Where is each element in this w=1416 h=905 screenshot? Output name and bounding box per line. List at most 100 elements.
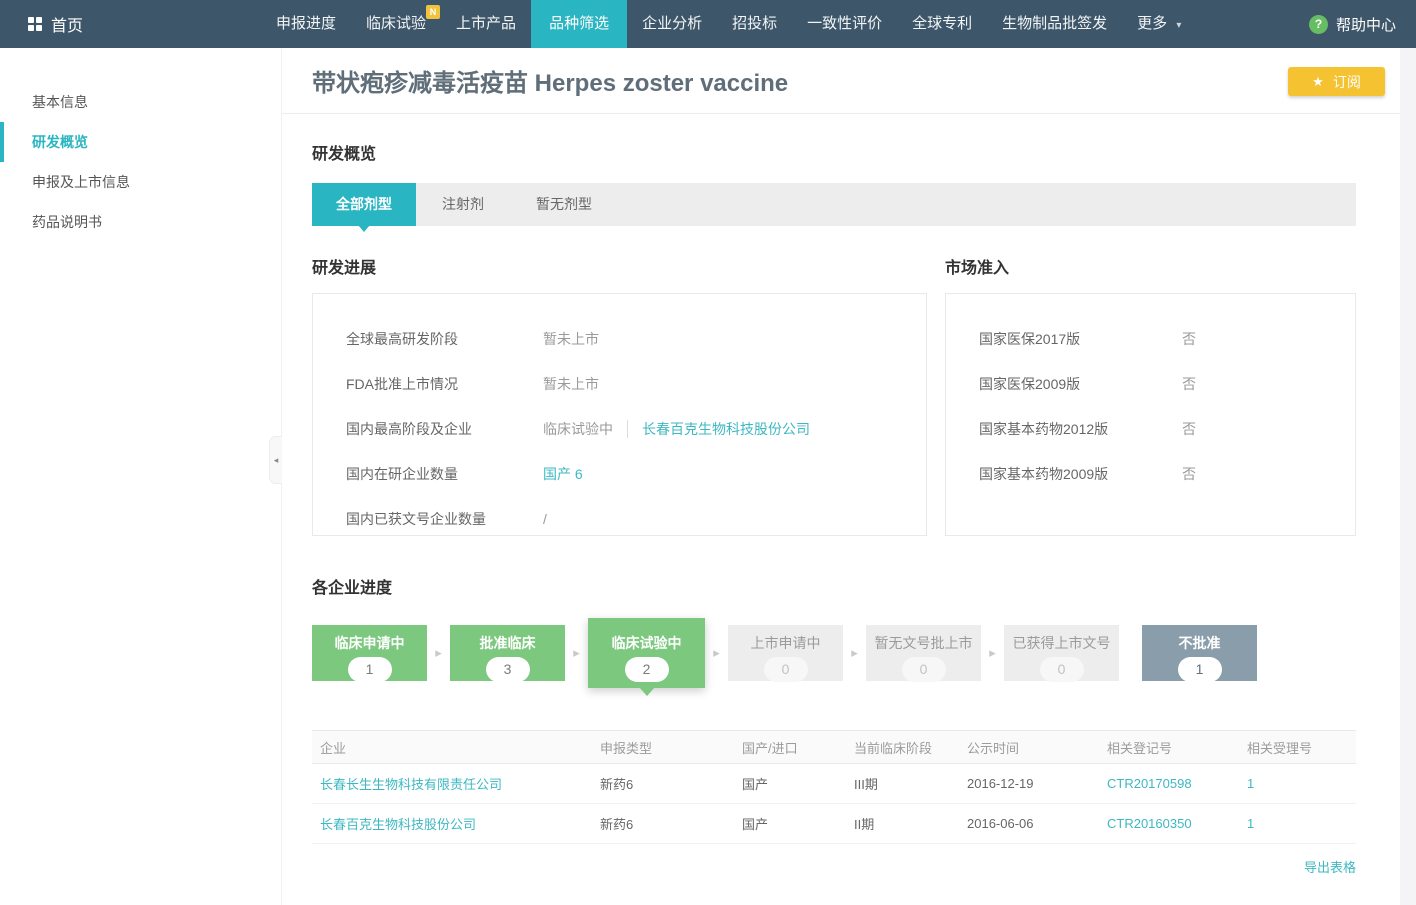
export-table-link[interactable]: 导出表格: [1304, 860, 1356, 875]
dosage-form-tabs: 全部剂型 注射剂 暂无剂型: [312, 183, 1356, 226]
info-label: 国内在研企业数量: [346, 464, 543, 484]
cell-application-type: 新药6: [592, 774, 734, 793]
step-arrow-icon: ▸: [705, 645, 728, 661]
sidebar-item-filing-marketing-info[interactable]: 申报及上市信息: [0, 162, 280, 202]
cell-application-type: 新药6: [592, 814, 734, 833]
company-link[interactable]: 长春百克生物科技股份公司: [642, 419, 810, 439]
cell-origin: 国产: [734, 814, 846, 833]
nav-item-clinical-trials-label: 临床试验: [366, 15, 426, 32]
tab-injection[interactable]: 注射剂: [416, 183, 510, 226]
col-header-application-type: 申报类型: [592, 738, 734, 757]
step-clinical-approved[interactable]: 批准临床 3: [450, 625, 565, 681]
step-label: 临床申请中: [312, 633, 427, 653]
info-row-licensed-company-count: 国内已获文号企业数量 /: [346, 496, 926, 541]
sidebar-collapse-handle[interactable]: ◂: [269, 436, 282, 484]
rd-overview-heading: 研发概览: [312, 140, 1356, 164]
info-row-eml-2012: 国家基本药物2012版 否: [979, 406, 1355, 451]
company-name-link[interactable]: 长春长生生物科技有限责任公司: [320, 777, 502, 792]
table-header: 企业 申报类型 国产/进口 当前临床阶段 公示时间 相关登记号 相关受理号: [312, 730, 1356, 764]
step-arrow-icon: ▸: [843, 645, 866, 661]
info-row-global-stage: 全球最高研发阶段 暂未上市: [346, 316, 926, 361]
nav-item-global-patents[interactable]: 全球专利: [897, 0, 987, 48]
nav-item-bidding[interactable]: 招投标: [717, 0, 792, 48]
table-row: 长春百克生物科技股份公司 新药6 国产 II期 2016-06-06 CTR20…: [312, 804, 1356, 844]
tab-all-dosage-forms[interactable]: 全部剂型: [312, 183, 416, 226]
acceptance-no-link[interactable]: 1: [1247, 816, 1254, 831]
top-navbar: 首页 申报进度 临床试验 N 上市产品 品种筛选 企业分析 招投标 一致性评价 …: [0, 0, 1416, 48]
step-count-badge: 3: [486, 657, 530, 682]
step-label: 批准临床: [450, 633, 565, 653]
subscribe-button[interactable]: ★ 订阅: [1288, 67, 1385, 96]
nav-home[interactable]: 首页: [28, 12, 83, 36]
step-arrow-icon: ▸: [565, 645, 588, 661]
progress-steps: 临床申请中 1 ▸ 批准临床 3 ▸ 临床试验中 2 ▸ 上市申请中 0 ▸ 暂…: [312, 618, 1356, 688]
cell-clinical-phase: III期: [846, 774, 959, 793]
registration-no-link[interactable]: CTR20170598: [1107, 776, 1192, 791]
market-access-panel: 市场准入 国家医保2017版 否 国家医保2009版 否 国家基本药物2012版…: [945, 254, 1356, 536]
col-header-company: 企业: [312, 738, 592, 757]
info-label: 国家基本药物2012版: [979, 419, 1182, 439]
step-count-badge: 2: [625, 657, 669, 682]
help-center-label: 帮助中心: [1336, 14, 1396, 35]
nav-item-variety-screening[interactable]: 品种筛选: [531, 0, 627, 48]
step-license-obtained[interactable]: 已获得上市文号 0: [1004, 625, 1119, 681]
step-clinical-application[interactable]: 临床申请中 1: [312, 625, 427, 681]
step-label: 暂无文号批上市: [866, 633, 981, 653]
nav-item-more-label: 更多: [1137, 15, 1167, 32]
col-header-publish-date: 公示时间: [959, 738, 1099, 757]
nav-item-consistency-evaluation[interactable]: 一致性评价: [792, 0, 897, 48]
col-header-registration-no: 相关登记号: [1099, 738, 1239, 757]
step-label: 不批准: [1142, 633, 1257, 653]
nav-item-more[interactable]: 更多 ▾: [1122, 0, 1196, 48]
nav-item-biologics-batch-release[interactable]: 生物制品批签发: [987, 0, 1122, 48]
rd-progress-panel: 研发进展 全球最高研发阶段 暂未上市 FDA批准上市情况 暂未上市 国内最高阶段…: [312, 254, 927, 536]
step-approved-no-license[interactable]: 暂无文号批上市 0: [866, 625, 981, 681]
step-label: 临床试验中: [588, 633, 705, 653]
info-value: 暂未上市: [543, 329, 599, 349]
tab-no-dosage-form[interactable]: 暂无剂型: [510, 183, 618, 226]
step-label: 已获得上市文号: [1004, 633, 1119, 653]
new-badge: N: [426, 5, 440, 19]
step-label: 上市申请中: [728, 633, 843, 653]
cell-publish-date: 2016-12-19: [959, 776, 1099, 791]
acceptance-no-link[interactable]: 1: [1247, 776, 1254, 791]
col-header-origin: 国产/进口: [734, 738, 846, 757]
table-row: 长春长生生物科技有限责任公司 新药6 国产 III期 2016-12-19 CT…: [312, 764, 1356, 804]
company-progress-heading: 各企业进度: [312, 574, 1356, 598]
rd-progress-box: 全球最高研发阶段 暂未上市 FDA批准上市情况 暂未上市 国内最高阶段及企业 临…: [312, 293, 927, 536]
registration-no-link[interactable]: CTR20160350: [1107, 816, 1192, 831]
subscribe-label: 订阅: [1333, 72, 1361, 92]
main-content: ◂ 带状疱疹减毒活疫苗 Herpes zoster vaccine ★ 订阅 研…: [281, 48, 1400, 905]
nav-item-marketed-products[interactable]: 上市产品: [441, 0, 531, 48]
step-count-badge: 1: [348, 657, 392, 682]
left-sidebar: 基本信息 研发概览 申报及上市信息 药品说明书: [0, 48, 280, 905]
help-center[interactable]: ? 帮助中心: [1309, 14, 1396, 35]
step-count-badge: 1: [1178, 657, 1222, 682]
nav-item-application-progress[interactable]: 申报进度: [261, 0, 351, 48]
step-marketing-application[interactable]: 上市申请中 0: [728, 625, 843, 681]
col-header-clinical-phase: 当前临床阶段: [846, 738, 959, 757]
info-label: 全球最高研发阶段: [346, 329, 543, 349]
domestic-count-link[interactable]: 国产 6: [543, 464, 583, 484]
sidebar-item-rd-overview[interactable]: 研发概览: [0, 122, 280, 162]
info-panels: 研发进展 全球最高研发阶段 暂未上市 FDA批准上市情况 暂未上市 国内最高阶段…: [312, 254, 1356, 536]
info-row-eml-2009: 国家基本药物2009版 否: [979, 451, 1355, 496]
sidebar-item-drug-label[interactable]: 药品说明书: [0, 202, 280, 242]
help-question-icon: ?: [1309, 15, 1328, 34]
nav-menu: 申报进度 临床试验 N 上市产品 品种筛选 企业分析 招投标 一致性评价 全球专…: [261, 0, 1196, 48]
info-row-nrdl-2009: 国家医保2009版 否: [979, 361, 1355, 406]
step-clinical-trial-ongoing[interactable]: 临床试验中 2: [588, 618, 705, 688]
sidebar-item-basic-info[interactable]: 基本信息: [0, 82, 280, 122]
info-row-domestic-stage: 国内最高阶段及企业 临床试验中 长春百克生物科技股份公司: [346, 406, 926, 451]
collapse-left-icon: ◂: [274, 455, 279, 466]
nav-item-company-analysis[interactable]: 企业分析: [627, 0, 717, 48]
col-header-acceptance-no: 相关受理号: [1239, 738, 1356, 757]
step-not-approved[interactable]: 不批准 1: [1142, 625, 1257, 681]
nav-item-clinical-trials[interactable]: 临床试验 N: [351, 0, 441, 48]
info-value: 否: [1182, 464, 1196, 484]
cell-origin: 国产: [734, 774, 846, 793]
company-name-link[interactable]: 长春百克生物科技股份公司: [320, 817, 476, 832]
info-value: 临床试验中: [543, 419, 613, 439]
step-arrow-icon: ▸: [427, 645, 450, 661]
vertical-divider: [627, 420, 628, 438]
